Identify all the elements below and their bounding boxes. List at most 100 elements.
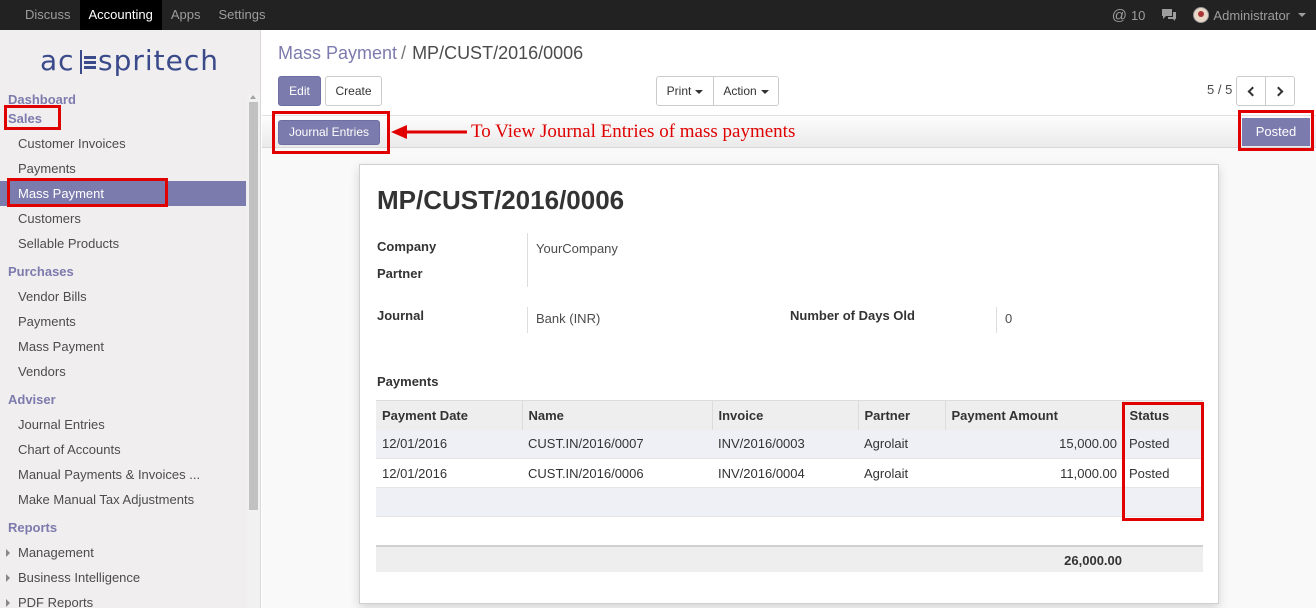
cell-name: CUST.IN/2016/0006 bbox=[522, 458, 712, 488]
journal-value: Bank (INR) bbox=[536, 311, 601, 326]
highlight-status-column bbox=[1122, 402, 1204, 521]
chevron-right-icon bbox=[1273, 86, 1284, 97]
record-title: MP/CUST/2016/0006 bbox=[377, 185, 625, 215]
mentions-count: 10 bbox=[1130, 7, 1146, 23]
action-label: Action bbox=[723, 84, 757, 98]
main-content: Mass Payment / MP/CUST/2016/0006 Edit Crea… bbox=[262, 30, 1316, 608]
sidebar-item-chart-of-accounts[interactable]: Chart of Accounts bbox=[0, 437, 246, 462]
sidebar-item-vendor-bills[interactable]: Vendor Bills bbox=[0, 284, 246, 309]
column-payment-date[interactable]: Payment Date bbox=[376, 400, 523, 430]
chevron-down-icon bbox=[760, 89, 769, 94]
sidebar-item-business-intelligence[interactable]: Business Intelligence bbox=[0, 565, 246, 590]
column-partner[interactable]: Partner bbox=[858, 400, 946, 430]
sidebar-item-sellable-products[interactable]: Sellable Products bbox=[0, 231, 246, 256]
print-label: Print bbox=[666, 84, 692, 98]
logo-image: ac spritech bbox=[40, 44, 219, 77]
column-invoice[interactable]: Invoice bbox=[712, 400, 859, 430]
cell-payment-date: 12/01/2016 bbox=[376, 429, 522, 459]
days-old-label: Number of Days Old bbox=[790, 308, 915, 323]
svg-text:ac: ac bbox=[40, 44, 75, 77]
chevron-left-icon bbox=[1247, 86, 1258, 97]
sidebar-item-management[interactable]: Management bbox=[0, 540, 246, 565]
cell-invoice: INV/2016/0003 bbox=[712, 429, 858, 459]
column-payment-amount[interactable]: Payment Amount bbox=[945, 400, 1124, 430]
app-discuss[interactable]: Discuss bbox=[16, 0, 80, 30]
field-divider bbox=[527, 307, 528, 333]
app-menu: Discuss Accounting Apps Settings bbox=[16, 0, 274, 30]
print-dropdown[interactable]: Print bbox=[656, 76, 714, 106]
edit-button[interactable]: Edit bbox=[278, 76, 321, 106]
scroll-up-icon[interactable] bbox=[250, 95, 256, 99]
sidebar-item-pdf-reports[interactable]: PDF Reports bbox=[0, 590, 246, 608]
section-reports[interactable]: Reports bbox=[0, 518, 246, 537]
sidebar-item-manual-tax[interactable]: Make Manual Tax Adjustments bbox=[0, 487, 246, 512]
cell-invoice: INV/2016/0004 bbox=[712, 458, 858, 488]
breadcrumb: Mass Payment / MP/CUST/2016/0006 bbox=[278, 43, 583, 64]
chat-bubble-icon bbox=[1162, 9, 1177, 21]
cell-partner: Agrolait bbox=[858, 458, 945, 488]
cell-payment-date: 12/01/2016 bbox=[376, 458, 522, 488]
breadcrumb-parent[interactable]: Mass Payment bbox=[278, 43, 397, 63]
payments-total: 26,000.00 bbox=[1064, 553, 1122, 568]
section-adviser[interactable]: Adviser bbox=[0, 390, 246, 409]
table-row[interactable]: 12/01/2016 CUST.IN/2016/0006 INV/2016/00… bbox=[376, 458, 1203, 488]
cell-payment-amount: 15,000.00 bbox=[945, 429, 1123, 459]
table-totals-row: 26,000.00 bbox=[376, 545, 1203, 572]
scrollbar-thumb[interactable] bbox=[249, 102, 258, 510]
annotation-text: To View Journal Entries of mass payments bbox=[471, 121, 796, 142]
user-name: Administrator bbox=[1213, 7, 1290, 23]
sidebar-item-purchase-mass-payment[interactable]: Mass Payment bbox=[0, 334, 246, 359]
section-purchases[interactable]: Purchases bbox=[0, 262, 246, 281]
field-divider bbox=[527, 233, 528, 287]
table-empty-row bbox=[376, 487, 1203, 517]
journal-label: Journal bbox=[377, 308, 424, 323]
table-row[interactable]: 12/01/2016 CUST.IN/2016/0007 INV/2016/00… bbox=[376, 429, 1203, 459]
create-button[interactable]: Create bbox=[325, 76, 382, 106]
company-label: Company bbox=[377, 239, 437, 254]
sidebar-item-vendors[interactable]: Vendors bbox=[0, 359, 246, 384]
field-divider bbox=[996, 307, 997, 333]
user-menu[interactable]: Administrator bbox=[1193, 7, 1306, 23]
cell-partner: Agrolait bbox=[858, 429, 945, 459]
company-value: YourCompany bbox=[536, 241, 618, 256]
days-old-value: 0 bbox=[1005, 311, 1013, 326]
sidebar-scrollbar[interactable] bbox=[247, 94, 260, 608]
svg-text:spritech: spritech bbox=[98, 44, 219, 77]
top-navbar: Discuss Accounting Apps Settings @ 10 Ad… bbox=[0, 0, 1316, 30]
payments-section-label: Payments bbox=[377, 374, 439, 389]
sidebar-item-manual-payments[interactable]: Manual Payments & Invoices ... bbox=[0, 462, 246, 487]
highlight-mass-payment bbox=[7, 178, 168, 207]
pager-next-button[interactable] bbox=[1265, 76, 1295, 106]
sidebar-item-customer-invoices[interactable]: Customer Invoices bbox=[0, 131, 246, 156]
app-settings[interactable]: Settings bbox=[209, 0, 274, 30]
annotation-arrow-icon bbox=[391, 125, 467, 139]
app-accounting[interactable]: Accounting bbox=[79, 0, 162, 30]
breadcrumb-separator: / bbox=[401, 43, 407, 63]
highlight-posted bbox=[1238, 110, 1314, 151]
cell-name: CUST.IN/2016/0007 bbox=[522, 429, 712, 459]
sidebar-menu: Dashboard Sales Customer Invoices Paymen… bbox=[0, 90, 246, 608]
pager-previous-button[interactable] bbox=[1236, 76, 1266, 106]
payments-table: Payment Date Name Invoice Partner Paymen… bbox=[376, 400, 1203, 517]
highlight-journal-entries bbox=[272, 111, 390, 154]
at-icon: @ bbox=[1111, 6, 1127, 24]
form-sheet: MP/CUST/2016/0006 Company Partner YourCo… bbox=[359, 164, 1219, 604]
sidebar-item-journal-entries[interactable]: Journal Entries bbox=[0, 412, 246, 437]
chat-button[interactable] bbox=[1161, 8, 1177, 22]
partner-label: Partner bbox=[377, 266, 423, 281]
chevron-down-icon bbox=[1298, 13, 1306, 17]
cell-payment-amount: 11,000.00 bbox=[945, 458, 1123, 488]
systray: @ 10 Administrator bbox=[1112, 0, 1306, 30]
action-dropdown[interactable]: Action bbox=[713, 76, 779, 106]
table-header-row: Payment Date Name Invoice Partner Paymen… bbox=[376, 400, 1203, 430]
highlight-sales bbox=[4, 105, 61, 130]
sidebar-item-customers[interactable]: Customers bbox=[0, 206, 246, 231]
mentions-button[interactable]: @ 10 bbox=[1112, 7, 1146, 24]
column-name[interactable]: Name bbox=[522, 400, 713, 430]
app-apps[interactable]: Apps bbox=[162, 0, 210, 30]
user-avatar bbox=[1193, 7, 1210, 23]
pager-value[interactable]: 5 / 5 bbox=[1207, 82, 1232, 97]
sidebar-item-purchase-payments[interactable]: Payments bbox=[0, 309, 246, 334]
empty-cell bbox=[376, 487, 1203, 517]
chevron-down-icon bbox=[695, 89, 704, 94]
